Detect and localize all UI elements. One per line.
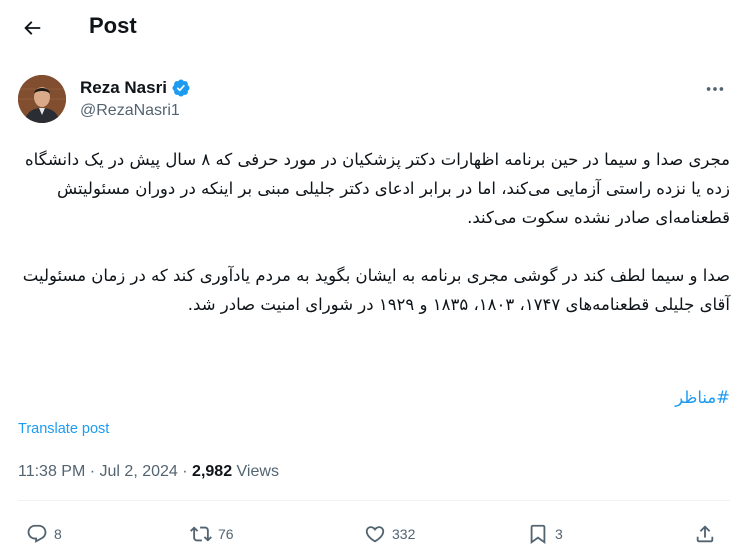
author-name[interactable]: Reza Nasri [80, 78, 191, 98]
more-horizontal-icon [706, 87, 724, 91]
share-button[interactable] [694, 520, 716, 548]
reply-icon [27, 524, 47, 543]
back-button[interactable] [14, 10, 50, 46]
header-bar: Post [0, 0, 748, 56]
tweet-text: مجری صدا و سیما در حین برنامه اظهارات دک… [18, 145, 730, 319]
hashtag-link[interactable]: #مناظر [675, 388, 730, 407]
bookmark-button[interactable]: 3 [527, 520, 563, 548]
post-metadata: 11:38 PM · Jul 2, 2024 · 2,982 Views [18, 463, 279, 481]
author-handle[interactable]: @RezaNasri1 [80, 102, 180, 120]
repost-button[interactable]: 76 [190, 520, 234, 548]
post-date[interactable]: Jul 2, 2024 [100, 463, 178, 480]
repost-count: 76 [218, 526, 234, 542]
reply-button[interactable]: 8 [26, 520, 62, 548]
bookmark-count: 3 [555, 526, 563, 542]
bookmark-icon [530, 524, 546, 545]
reply-count: 8 [54, 526, 62, 542]
like-count: 332 [392, 526, 416, 542]
post-time[interactable]: 11:38 PM [18, 463, 85, 480]
verified-badge-icon[interactable] [171, 78, 191, 98]
arrow-left-icon [24, 21, 41, 35]
meta-separator: · [89, 463, 96, 480]
like-button[interactable]: 332 [364, 520, 415, 548]
views-count: 2,982 [192, 463, 233, 480]
translate-post-link[interactable]: Translate post [18, 421, 109, 437]
meta-separator: · [182, 463, 188, 480]
divider [18, 500, 730, 501]
tweet-paragraph: مجری صدا و سیما در حین برنامه اظهارات دک… [25, 150, 730, 227]
page-title: Post [89, 13, 137, 38]
more-options-button[interactable] [700, 78, 730, 100]
tweet-paragraph: صدا و سیما لطف کند در گوشی مجری برنامه ب… [22, 266, 730, 314]
share-icon [696, 525, 714, 543]
author-name-text[interactable]: Reza Nasri [80, 78, 167, 98]
views-label: Views [236, 463, 279, 480]
heart-icon [365, 526, 385, 543]
repost-icon [190, 526, 212, 542]
avatar[interactable] [18, 75, 66, 123]
